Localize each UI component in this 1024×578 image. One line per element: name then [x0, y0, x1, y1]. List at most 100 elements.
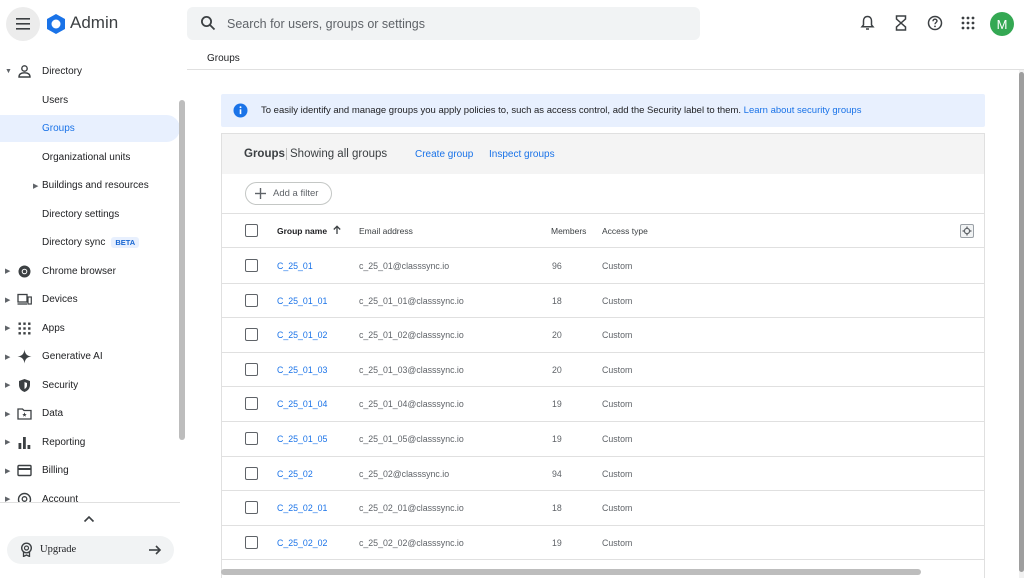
sidebar-item-label: Account — [42, 493, 79, 503]
access-type-cell: Custom — [602, 399, 633, 410]
app-title[interactable]: Admin — [70, 13, 118, 33]
sidebar-scrollbar[interactable] — [179, 100, 185, 440]
table-row[interactable]: C_25_01_02 c_25_01_02@classsync.io 20 Cu… — [222, 318, 984, 353]
card-header: Groups Showing all groups Create group I… — [222, 134, 984, 174]
row-checkbox[interactable] — [245, 432, 258, 445]
table-row[interactable]: C_25_01 c_25_01@classsync.io 96 Custom — [222, 249, 984, 284]
table-row[interactable]: C_25_01_05 c_25_01_05@classsync.io 19 Cu… — [222, 422, 984, 457]
row-checkbox[interactable] — [245, 293, 258, 307]
row-checkbox[interactable] — [245, 501, 258, 515]
sidebar-item-devices[interactable]: ▶ Devices — [0, 286, 180, 313]
sidebar-item-directory-sync[interactable]: Directory sync BETA — [0, 229, 180, 256]
sidebar-item-label: Directory — [42, 66, 83, 77]
sidebar-item-data[interactable]: ▶ Data — [0, 400, 180, 427]
sidebar-item-groups[interactable]: Groups — [0, 115, 180, 142]
group-name-link[interactable]: C_25_02_02 — [277, 538, 327, 548]
admin-logo-icon[interactable] — [45, 13, 67, 35]
horizontal-scrollbar[interactable] — [221, 569, 921, 575]
credit-card-icon — [17, 464, 32, 477]
column-header-members[interactable]: Members — [551, 226, 586, 236]
sidebar-item-buildings-and-resources[interactable]: ▶ Buildings and resources — [0, 172, 180, 199]
group-name-link[interactable]: C_25_01 — [277, 261, 313, 271]
group-name-link[interactable]: C_25_01_05 — [277, 434, 327, 444]
sidebar-item-directory[interactable]: ▼ Directory — [0, 58, 180, 85]
notifications-button[interactable] — [858, 14, 876, 32]
apps-launcher-button[interactable] — [959, 14, 977, 32]
caret-right-icon: ▶ — [33, 182, 39, 190]
caret-down-icon: ▼ — [5, 68, 12, 75]
upgrade-button[interactable]: Upgrade — [7, 536, 174, 564]
table-row[interactable]: C_25_02_02 c_25_02_02@classsync.io 19 Cu… — [222, 526, 984, 561]
create-group-link[interactable]: Create group — [415, 149, 473, 160]
help-button[interactable] — [926, 14, 944, 32]
sidebar-item-directory-settings[interactable]: Directory settings — [0, 201, 180, 228]
sidebar-item-label: Groups — [42, 123, 75, 134]
learn-about-security-groups-link[interactable]: Learn about security groups — [744, 105, 862, 116]
main-scrollbar[interactable] — [1019, 70, 1024, 578]
group-name-link[interactable]: C_25_01_02 — [277, 330, 327, 340]
shield-icon — [19, 378, 30, 392]
header-divider — [286, 148, 287, 160]
row-checkbox[interactable] — [245, 535, 258, 549]
table-row[interactable]: C_25_01_01 c_25_01_01@classsync.io 18 Cu… — [222, 284, 984, 319]
row-checkbox[interactable] — [245, 466, 258, 480]
help-icon — [927, 15, 943, 31]
select-all-checkbox[interactable] — [245, 224, 258, 237]
folder-icon — [17, 408, 32, 420]
sidebar: ▼ Directory Users Groups Organizational … — [0, 58, 187, 502]
sidebar-item-label: Security — [42, 379, 79, 391]
table-row[interactable]: C_25_02 c_25_02@classsync.io 94 Custom — [222, 457, 984, 492]
sort-arrow-up-icon[interactable] — [332, 225, 342, 235]
search-input[interactable] — [227, 7, 687, 40]
add-filter-button[interactable]: Add a filter — [245, 182, 332, 205]
row-checkbox[interactable] — [245, 328, 258, 342]
caret-right-icon: ▶ — [5, 268, 11, 275]
table-row[interactable]: C_25_01_03 c_25_01_03@classsync.io 20 Cu… — [222, 353, 984, 388]
column-settings-icon[interactable] — [960, 224, 974, 238]
main-scrollbar-thumb[interactable] — [1019, 72, 1024, 572]
column-header-email[interactable]: Email address — [359, 226, 413, 236]
chrome-icon — [18, 265, 31, 277]
sidebar-item-account[interactable]: ▶ Account — [0, 486, 180, 503]
sidebar-item-label: Apps — [42, 322, 65, 334]
sidebar-item-billing[interactable]: ▶ Billing — [0, 457, 180, 484]
search-bar[interactable] — [187, 7, 700, 40]
sidebar-item-users[interactable]: Users — [0, 87, 180, 114]
email-cell: c_25_02@classsync.io — [359, 468, 450, 479]
sidebar-item-chrome-browser[interactable]: ▶ Chrome browser — [0, 258, 180, 285]
collapse-sidebar-button[interactable] — [80, 510, 98, 528]
sidebar-item-security[interactable]: ▶ Security — [0, 372, 180, 399]
sidebar-item-apps[interactable]: ▶ Apps — [0, 315, 180, 342]
breadcrumb-bar: Groups — [187, 48, 1024, 70]
members-cell: 19 — [552, 399, 562, 410]
row-checkbox[interactable] — [245, 362, 258, 376]
table-row[interactable]: C_25_01_04 c_25_01_04@classsync.io 19 Cu… — [222, 387, 984, 422]
info-banner: To easily identify and manage groups you… — [221, 94, 985, 127]
group-name-link[interactable]: C_25_01_04 — [277, 399, 327, 409]
table-row[interactable]: C_25_02_01 c_25_02_01@classsync.io 18 Cu… — [222, 491, 984, 526]
sidebar-item-reporting[interactable]: ▶ Reporting — [0, 429, 180, 456]
avatar[interactable]: M — [990, 12, 1014, 36]
main-menu-button[interactable] — [6, 7, 40, 41]
caret-right-icon: ▶ — [5, 467, 11, 475]
column-header-access-type[interactable]: Access type — [602, 226, 648, 236]
row-checkbox[interactable] — [245, 397, 258, 411]
group-name-link[interactable]: C_25_02_01 — [277, 503, 327, 513]
email-cell: c_25_01_02@classsync.io — [359, 330, 464, 341]
row-checkbox[interactable] — [245, 259, 258, 272]
sidebar-item-label: Generative AI — [42, 351, 103, 362]
search-icon[interactable] — [200, 15, 216, 31]
group-name-link[interactable]: C_25_02 — [277, 469, 313, 479]
members-cell: 19 — [552, 434, 562, 444]
arrow-right-icon — [149, 545, 162, 555]
column-header-group-name[interactable]: Group name — [277, 226, 327, 236]
sidebar-item-organizational-units[interactable]: Organizational units — [0, 144, 180, 171]
email-cell: c_25_02_02@classsync.io — [359, 537, 464, 548]
caret-right-icon: ▶ — [5, 496, 11, 502]
tasks-button[interactable] — [892, 14, 910, 32]
hourglass-icon — [895, 15, 907, 31]
sidebar-item-generative-ai[interactable]: ▶ Generative AI — [0, 343, 180, 370]
group-name-link[interactable]: C_25_01_01 — [277, 296, 327, 306]
group-name-link[interactable]: C_25_01_03 — [277, 365, 327, 375]
inspect-groups-link[interactable]: Inspect groups — [489, 149, 555, 160]
